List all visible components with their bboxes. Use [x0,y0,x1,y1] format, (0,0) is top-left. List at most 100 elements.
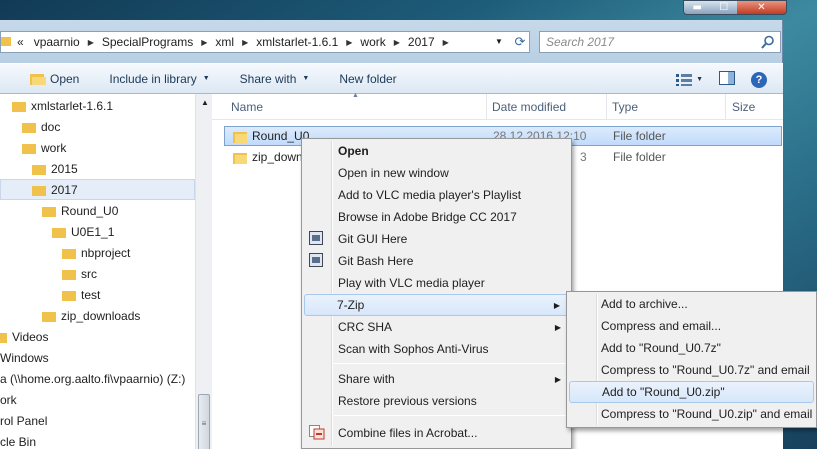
folder-icon [52,227,66,238]
menu-item-vlc-play[interactable]: Play with VLC media player [304,272,569,294]
submenu-arrow-icon: ▶ [553,300,560,310]
breadcrumb-item[interactable]: xmlstarlet-1.6.1 [252,35,342,49]
scroll-thumb[interactable]: ≡ [198,394,210,449]
breadcrumb-item[interactable]: xml [211,35,238,49]
nav-scrollbar[interactable]: ▲ ≡ [195,94,212,449]
folder-icon [12,101,26,112]
breadcrumb-arrow-icon[interactable]: ▶ [197,38,211,47]
close-button[interactable]: ✕ [736,1,786,14]
folder-icon [42,311,56,322]
zip-compress-zip-email[interactable]: Compress to "Round_U0.zip" and email [569,403,814,425]
nav-item[interactable]: 2015 [32,158,78,179]
nav-item[interactable]: src [62,263,97,284]
menu-label: Compress to "Round_U0.7z" and email [601,363,810,377]
nav-label: 2017 [51,182,78,197]
nav-item[interactable]: xmlstarlet-1.6.1 [12,95,113,116]
breadcrumb-item[interactable]: work [356,35,389,49]
search-input[interactable]: Search 2017 [539,31,781,53]
git-gui-icon [309,231,323,245]
column-divider[interactable] [606,94,607,120]
menu-label: Compress to "Round_U0.zip" and email [601,407,813,421]
column-date[interactable]: Date modified [492,100,566,114]
share-with-button[interactable]: Share with ▼ [240,72,310,86]
include-in-library-button[interactable]: Include in library ▼ [109,72,209,86]
navigation-pane: xmlstarlet-1.6.1 doc work 2015 2017 Roun… [0,94,212,449]
breadcrumb-arrow-icon[interactable]: ▶ [238,38,252,47]
column-name[interactable]: Name [231,100,263,114]
menu-item-sophos-scan[interactable]: Scan with Sophos Anti-Virus [304,338,569,360]
menu-label: Browse in Adobe Bridge CC 2017 [338,210,517,224]
nav-item[interactable]: rol Panel [0,410,47,431]
folder-icon [62,248,76,259]
menu-item-7zip[interactable]: 7-Zip ▶ [304,294,569,316]
breadcrumb-arrow-icon[interactable]: ▶ [439,38,453,47]
breadcrumb-item[interactable]: SpecialPrograms [98,35,197,49]
zip-compress-7z-email[interactable]: Compress to "Round_U0.7z" and email [569,359,814,381]
nav-label: nbproject [81,245,131,260]
folder-icon [1,36,11,46]
column-size[interactable]: Size [732,100,755,114]
menu-item-open-new-window[interactable]: Open in new window [304,162,569,184]
breadcrumb-arrow-icon[interactable]: ▶ [342,38,356,47]
search-placeholder: Search 2017 [546,35,615,49]
view-options-icon[interactable]: ▼ [676,73,703,86]
folder-icon [32,164,46,175]
breadcrumb-item[interactable]: 2017 [404,35,439,49]
nav-item[interactable]: zip_downloads [42,305,140,326]
nav-item[interactable]: doc [22,116,60,137]
menu-item-open[interactable]: Open [304,140,569,162]
nav-item[interactable]: Round_U0 [42,200,118,221]
nav-item[interactable]: U0E1_1 [52,221,114,242]
zip-add-zip[interactable]: Add to "Round_U0.zip" [569,381,814,403]
nav-item[interactable]: nbproject [62,242,130,263]
maximize-button[interactable]: ☐ [710,1,737,14]
nav-item[interactable]: Videos [0,326,48,347]
file-type: File folder [613,150,666,164]
breadcrumb-item[interactable]: vpaarnio [30,35,84,49]
zip-add-7z[interactable]: Add to "Round_U0.7z" [569,337,814,359]
menu-item-adobe-bridge[interactable]: Browse in Adobe Bridge CC 2017 [304,206,569,228]
menu-item-vlc-playlist[interactable]: Add to VLC media player's Playlist [304,184,569,206]
folder-icon [62,269,76,280]
preview-pane-icon[interactable] [719,71,735,88]
open-button[interactable]: Open [30,72,79,86]
breadcrumb-arrow-icon[interactable]: ▶ [84,38,98,47]
include-label: Include in library [109,71,197,86]
menu-item-combine-acrobat[interactable]: Combine files in Acrobat... [304,422,569,444]
menu-item-git-gui[interactable]: Git GUI Here [304,228,569,250]
search-icon[interactable] [761,35,775,52]
refresh-icon[interactable]: ⟳ [510,33,530,51]
menu-label: Open [338,144,369,158]
menu-item-git-bash[interactable]: Git Bash Here [304,250,569,272]
nav-item[interactable]: Windows [0,347,49,368]
address-overflow[interactable] [1,35,11,50]
nav-item[interactable]: cle Bin [0,431,36,449]
zip-add-to-archive[interactable]: Add to archive... [569,293,814,315]
menu-item-crc-sha[interactable]: CRC SHA ▶ [304,316,569,338]
zip-compress-email[interactable]: Compress and email... [569,315,814,337]
new-folder-button[interactable]: New folder [339,72,396,86]
menu-label: Add to "Round_U0.zip" [602,385,725,399]
nav-item-selected[interactable]: 2017 [0,179,195,200]
address-bar[interactable]: « vpaarnio ▶ SpecialPrograms ▶ xml ▶ xmlsta… [0,31,530,53]
address-dropdown-icon[interactable]: ▼ [495,37,503,46]
minimize-button[interactable]: ▬ [684,1,711,14]
column-divider[interactable] [486,94,487,120]
nav-item[interactable]: test [62,284,100,305]
menu-item-share-with[interactable]: Share with ▶ [304,368,569,390]
menu-item-restore-versions[interactable]: Restore previous versions [304,390,569,412]
nav-item[interactable]: ork [0,389,17,410]
column-type[interactable]: Type [612,100,638,114]
column-divider[interactable] [725,94,726,120]
menu-label: Combine files in Acrobat... [338,426,478,440]
breadcrumb: vpaarnio ▶ SpecialPrograms ▶ xml ▶ xmlstarl… [30,32,453,52]
scroll-up-icon[interactable]: ▲ [201,98,209,107]
overflow-chevron[interactable]: « [11,35,30,49]
menu-label: Add to VLC media player's Playlist [338,188,522,202]
menu-label: Restore previous versions [338,394,477,408]
dropdown-arrow-icon: ▼ [202,75,210,82]
nav-item[interactable]: work [22,137,66,158]
breadcrumb-arrow-icon[interactable]: ▶ [390,38,404,47]
help-icon[interactable]: ? [751,71,767,88]
nav-item[interactable]: a (\\home.org.aalto.fi\vpaarnio) (Z:) [0,368,185,389]
